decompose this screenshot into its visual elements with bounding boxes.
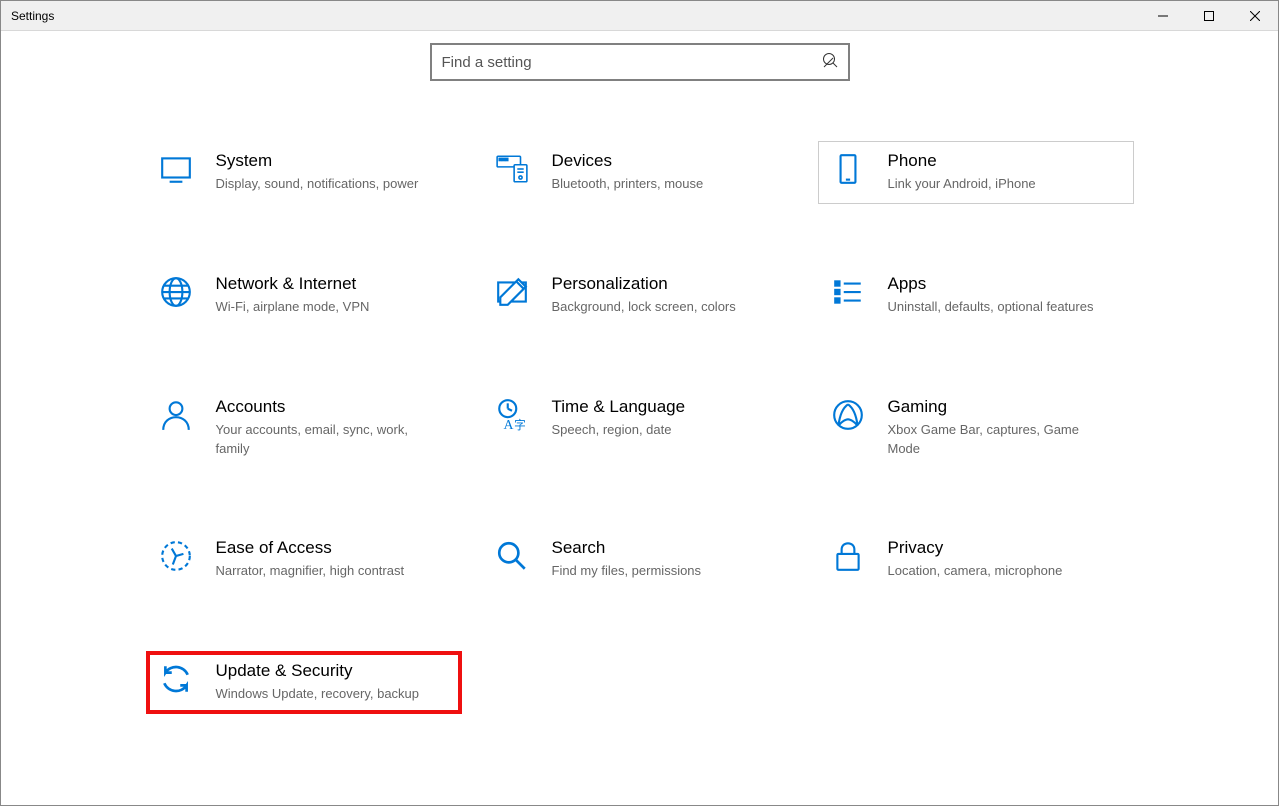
tile-apps[interactable]: Apps Uninstall, defaults, optional featu… xyxy=(818,264,1134,327)
tile-accounts[interactable]: Accounts Your accounts, email, sync, wor… xyxy=(146,387,462,469)
tile-title: Ease of Access xyxy=(216,538,405,558)
tile-devices[interactable]: Devices Bluetooth, printers, mouse xyxy=(482,141,798,204)
search-input[interactable] xyxy=(442,54,802,71)
network-icon xyxy=(158,274,194,310)
tile-title: Accounts xyxy=(216,397,436,417)
window-controls xyxy=(1140,1,1278,30)
tile-desc: Narrator, magnifier, high contrast xyxy=(216,562,405,581)
phone-icon xyxy=(830,151,866,187)
time-language-icon: A字 xyxy=(494,397,530,433)
system-icon xyxy=(158,151,194,187)
search-box[interactable] xyxy=(430,43,850,81)
tile-network[interactable]: Network & Internet Wi-Fi, airplane mode,… xyxy=(146,264,462,327)
search-tile-icon xyxy=(494,538,530,574)
update-security-icon xyxy=(158,661,194,697)
tile-title: Phone xyxy=(888,151,1036,171)
gaming-icon xyxy=(830,397,866,433)
tile-desc: Wi-Fi, airplane mode, VPN xyxy=(216,298,370,317)
tile-desc: Windows Update, recovery, backup xyxy=(216,685,420,704)
tile-desc: Link your Android, iPhone xyxy=(888,175,1036,194)
svg-text:A: A xyxy=(503,417,513,432)
minimize-button[interactable] xyxy=(1140,1,1186,31)
tile-title: Apps xyxy=(888,274,1094,294)
tile-desc: Uninstall, defaults, optional features xyxy=(888,298,1094,317)
tile-title: Network & Internet xyxy=(216,274,370,294)
tile-desc: Speech, region, date xyxy=(552,421,686,440)
tile-gaming[interactable]: Gaming Xbox Game Bar, captures, Game Mod… xyxy=(818,387,1134,469)
svg-text:字: 字 xyxy=(514,418,526,432)
tile-desc: Your accounts, email, sync, work, family xyxy=(216,421,436,459)
personalization-icon xyxy=(494,274,530,310)
tile-desc: Find my files, permissions xyxy=(552,562,702,581)
tile-desc: Background, lock screen, colors xyxy=(552,298,736,317)
tile-title: Time & Language xyxy=(552,397,686,417)
tile-title: Personalization xyxy=(552,274,736,294)
tile-update-security[interactable]: Update & Security Windows Update, recove… xyxy=(146,651,462,714)
tile-title: Gaming xyxy=(888,397,1108,417)
tile-title: Devices xyxy=(552,151,704,171)
tile-title: Update & Security xyxy=(216,661,420,681)
privacy-icon xyxy=(830,538,866,574)
content-area: System Display, sound, notifications, po… xyxy=(1,31,1278,805)
devices-icon xyxy=(494,151,530,187)
settings-grid: System Display, sound, notifications, po… xyxy=(1,141,1278,744)
accounts-icon xyxy=(158,397,194,433)
tile-title: Search xyxy=(552,538,702,558)
titlebar: Settings xyxy=(1,1,1278,31)
search-icon xyxy=(822,52,838,73)
tile-ease-of-access[interactable]: Ease of Access Narrator, magnifier, high… xyxy=(146,528,462,591)
tile-phone[interactable]: Phone Link your Android, iPhone xyxy=(818,141,1134,204)
maximize-button[interactable] xyxy=(1186,1,1232,31)
tile-title: System xyxy=(216,151,419,171)
window-title: Settings xyxy=(11,9,54,23)
tile-privacy[interactable]: Privacy Location, camera, microphone xyxy=(818,528,1134,591)
tile-personalization[interactable]: Personalization Background, lock screen,… xyxy=(482,264,798,327)
tile-desc: Location, camera, microphone xyxy=(888,562,1063,581)
tile-desc: Display, sound, notifications, power xyxy=(216,175,419,194)
ease-of-access-icon xyxy=(158,538,194,574)
tile-system[interactable]: System Display, sound, notifications, po… xyxy=(146,141,462,204)
tile-time-language[interactable]: A字 Time & Language Speech, region, date xyxy=(482,387,798,469)
tile-desc: Bluetooth, printers, mouse xyxy=(552,175,704,194)
tile-search[interactable]: Search Find my files, permissions xyxy=(482,528,798,591)
tile-desc: Xbox Game Bar, captures, Game Mode xyxy=(888,421,1108,459)
apps-icon xyxy=(830,274,866,310)
close-button[interactable] xyxy=(1232,1,1278,31)
tile-title: Privacy xyxy=(888,538,1063,558)
